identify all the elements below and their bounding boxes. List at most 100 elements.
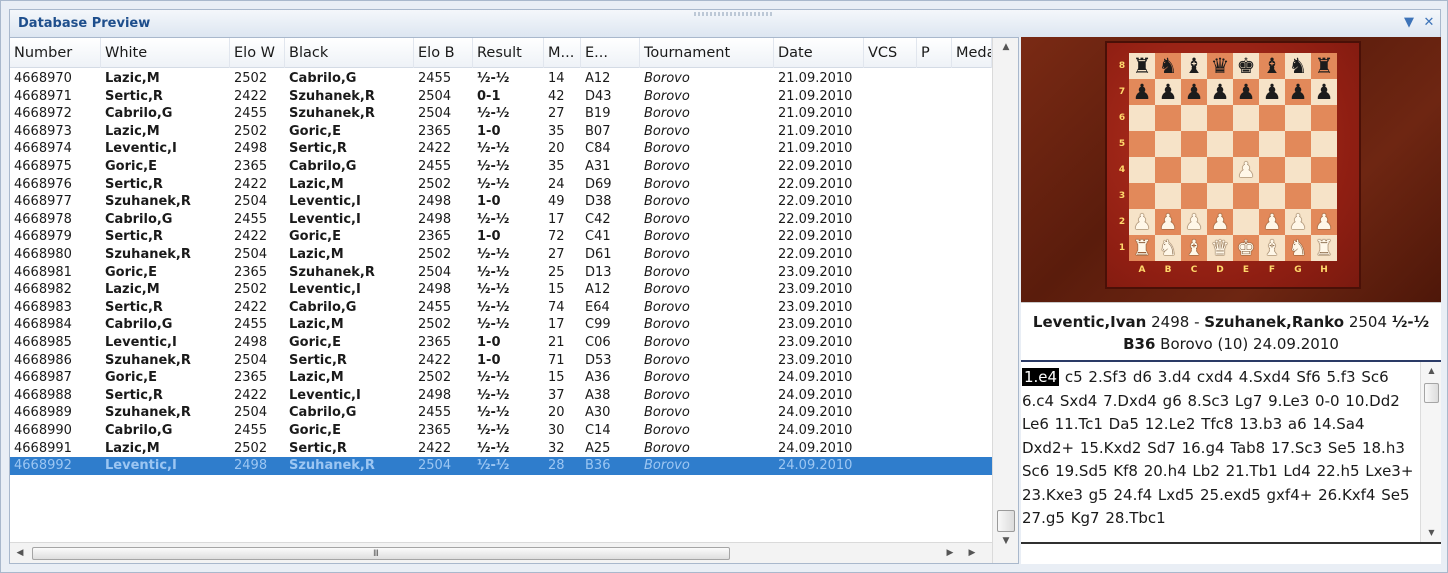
board-square[interactable]: ♜ — [1311, 235, 1337, 261]
board-square[interactable]: ♝ — [1259, 53, 1285, 79]
header-col-tournament[interactable]: Tournament — [640, 38, 774, 68]
table-row[interactable]: 4668973 Lazic,M 2502 Goric,E 2365 1-0 35 B07 Bor… — [10, 123, 992, 141]
board-square[interactable]: ♜ — [1129, 235, 1155, 261]
board-square[interactable]: ♞ — [1155, 53, 1181, 79]
vertical-scrollbar[interactable]: ▲ ▼ — [992, 38, 1018, 563]
table-row[interactable]: 4668982 Lazic,M 2502 Leventic,I 2498 ½-½ 15 A12… — [10, 281, 992, 299]
table-row[interactable]: 4668971 Sertic,R 2422 Szuhanek,R 2504 0-1 42 D4… — [10, 88, 992, 106]
black-rook-icon[interactable]: ♜ — [1315, 54, 1334, 78]
table-row[interactable]: 4668979 Sertic,R 2422 Goric,E 2365 1-0 72 C41 Bo… — [10, 228, 992, 246]
dropdown-icon[interactable]: ▼ — [1400, 13, 1418, 33]
white-pawn-icon[interactable]: ♟ — [1263, 210, 1282, 234]
board-square[interactable] — [1311, 157, 1337, 183]
header-col-black[interactable]: Black — [285, 38, 414, 68]
table-row[interactable]: 4668978 Cabrilo,G 2455 Leventic,I 2498 ½-½ 17 C… — [10, 211, 992, 229]
scroll-right-icon[interactable]: ▶ — [940, 543, 960, 564]
board-square[interactable]: ♝ — [1259, 235, 1285, 261]
board-square[interactable] — [1259, 105, 1285, 131]
table-row[interactable]: 4668985 Leventic,I 2498 Goric,E 2365 1-0 21 C06… — [10, 334, 992, 352]
board-square[interactable] — [1311, 131, 1337, 157]
black-pawn-icon[interactable]: ♟ — [1315, 80, 1334, 104]
black-pawn-icon[interactable]: ♟ — [1133, 80, 1152, 104]
white-pawn-icon[interactable]: ♟ — [1133, 210, 1152, 234]
board-square[interactable] — [1207, 131, 1233, 157]
table-row[interactable]: 4668989 Szuhanek,R 2504 Cabrilo,G 2455 ½-½ 20 A… — [10, 404, 992, 422]
board-square[interactable]: ♟ — [1129, 209, 1155, 235]
table-row[interactable]: 4668990 Cabrilo,G 2455 Goric,E 2365 ½-½ 30 C14 B… — [10, 422, 992, 440]
white-pawn-icon[interactable]: ♟ — [1289, 210, 1308, 234]
board-square[interactable]: ♚ — [1233, 235, 1259, 261]
board-square[interactable] — [1285, 105, 1311, 131]
board-square[interactable] — [1181, 131, 1207, 157]
black-rook-icon[interactable]: ♜ — [1133, 54, 1152, 78]
white-knight-icon[interactable]: ♞ — [1159, 236, 1178, 260]
white-bishop-icon[interactable]: ♝ — [1263, 236, 1282, 260]
header-col-white[interactable]: White — [101, 38, 230, 68]
board-square[interactable]: ♛ — [1207, 235, 1233, 261]
table-row[interactable]: 4668974 Leventic,I 2498 Sertic,R 2422 ½-½ 20 C8… — [10, 140, 992, 158]
close-icon[interactable]: ✕ — [1420, 13, 1438, 33]
board-square[interactable] — [1285, 131, 1311, 157]
table-row[interactable]: 4668976 Sertic,R 2422 Lazic,M 2502 ½-½ 24 D69 Bo… — [10, 176, 992, 194]
board-square[interactable] — [1155, 183, 1181, 209]
header-col-eco[interactable]: E... — [581, 38, 640, 68]
board-square[interactable]: ♟ — [1181, 79, 1207, 105]
board-square[interactable] — [1233, 209, 1259, 235]
board-square[interactable] — [1155, 157, 1181, 183]
board-square[interactable]: ♜ — [1311, 53, 1337, 79]
board-square[interactable]: ♚ — [1233, 53, 1259, 79]
board-square[interactable] — [1311, 183, 1337, 209]
board-square[interactable]: ♟ — [1311, 209, 1337, 235]
black-pawn-icon[interactable]: ♟ — [1289, 80, 1308, 104]
board-square[interactable] — [1233, 131, 1259, 157]
black-bishop-icon[interactable]: ♝ — [1185, 54, 1204, 78]
header-col-number[interactable]: Number — [10, 38, 101, 68]
board-square[interactable] — [1181, 105, 1207, 131]
board-square[interactable]: ♛ — [1207, 53, 1233, 79]
board-square[interactable]: ♞ — [1285, 53, 1311, 79]
board-square[interactable] — [1285, 157, 1311, 183]
table-row[interactable]: 4668975 Goric,E 2365 Cabrilo,G 2455 ½-½ 35 A31 B… — [10, 158, 992, 176]
board-square[interactable] — [1233, 183, 1259, 209]
board-square[interactable]: ♟ — [1207, 209, 1233, 235]
white-knight-icon[interactable]: ♞ — [1289, 236, 1308, 260]
board-square[interactable] — [1155, 105, 1181, 131]
black-knight-icon[interactable]: ♞ — [1159, 54, 1178, 78]
move-list[interactable]: 1.e4 c5 2.Sf3 d6 3.d4 cxd4 4.Sxd4 Sf6 5.… — [1021, 366, 1419, 531]
moves-text[interactable]: c5 2.Sf3 d6 3.d4 cxd4 4.Sxd4 Sf6 5.f3 Sc… — [1022, 368, 1413, 527]
white-rook-icon[interactable]: ♜ — [1133, 236, 1152, 260]
board-square[interactable] — [1207, 183, 1233, 209]
white-pawn-icon[interactable]: ♟ — [1185, 210, 1204, 234]
table-row[interactable]: 4668970 Lazic,M 2502 Cabrilo,G 2455 ½-½ 14 A12 B… — [10, 70, 992, 88]
board-square[interactable] — [1181, 157, 1207, 183]
header-col-result[interactable]: Result — [473, 38, 544, 68]
scroll-left-icon[interactable]: ◀ — [10, 543, 30, 564]
table-row[interactable]: 4668988 Sertic,R 2422 Leventic,I 2498 ½-½ 37 A3… — [10, 387, 992, 405]
white-pawn-icon[interactable]: ♟ — [1237, 158, 1256, 182]
board-square[interactable] — [1207, 157, 1233, 183]
drag-grip[interactable] — [694, 12, 774, 16]
board-square[interactable]: ♟ — [1155, 79, 1181, 105]
header-col-elo-w[interactable]: Elo W — [230, 38, 285, 68]
table-row[interactable]: 4668980 Szuhanek,R 2504 Lazic,M 2502 ½-½ 27 D61… — [10, 246, 992, 264]
black-king-icon[interactable]: ♚ — [1237, 54, 1256, 78]
vertical-scroll-thumb[interactable] — [997, 510, 1015, 532]
board-square[interactable]: ♝ — [1181, 53, 1207, 79]
board-square[interactable]: ♟ — [1181, 209, 1207, 235]
black-pawn-icon[interactable]: ♟ — [1185, 80, 1204, 104]
board-square[interactable] — [1207, 105, 1233, 131]
board-square[interactable]: ♟ — [1259, 209, 1285, 235]
table-row[interactable]: 4668984 Cabrilo,G 2455 Lazic,M 2502 ½-½ 17 C99 B… — [10, 316, 992, 334]
table-row[interactable]: 4668977 Szuhanek,R 2504 Leventic,I 2498 1-0 49… — [10, 193, 992, 211]
header-col-vcs[interactable]: VCS — [864, 38, 917, 68]
header-col-p[interactable]: P — [917, 38, 952, 68]
white-bishop-icon[interactable]: ♝ — [1185, 236, 1204, 260]
board-square[interactable] — [1129, 183, 1155, 209]
notation-scroll-down-icon[interactable]: ▼ — [1421, 524, 1441, 542]
board-square[interactable]: ♟ — [1207, 79, 1233, 105]
board-square[interactable]: ♟ — [1285, 79, 1311, 105]
white-pawn-icon[interactable]: ♟ — [1159, 210, 1178, 234]
black-pawn-icon[interactable]: ♟ — [1211, 80, 1230, 104]
table-row[interactable]: 4668983 Sertic,R 2422 Cabrilo,G 2455 ½-½ 74 E64… — [10, 299, 992, 317]
horizontal-scrollbar[interactable]: ◀ III ▶ ▶ — [10, 542, 992, 563]
